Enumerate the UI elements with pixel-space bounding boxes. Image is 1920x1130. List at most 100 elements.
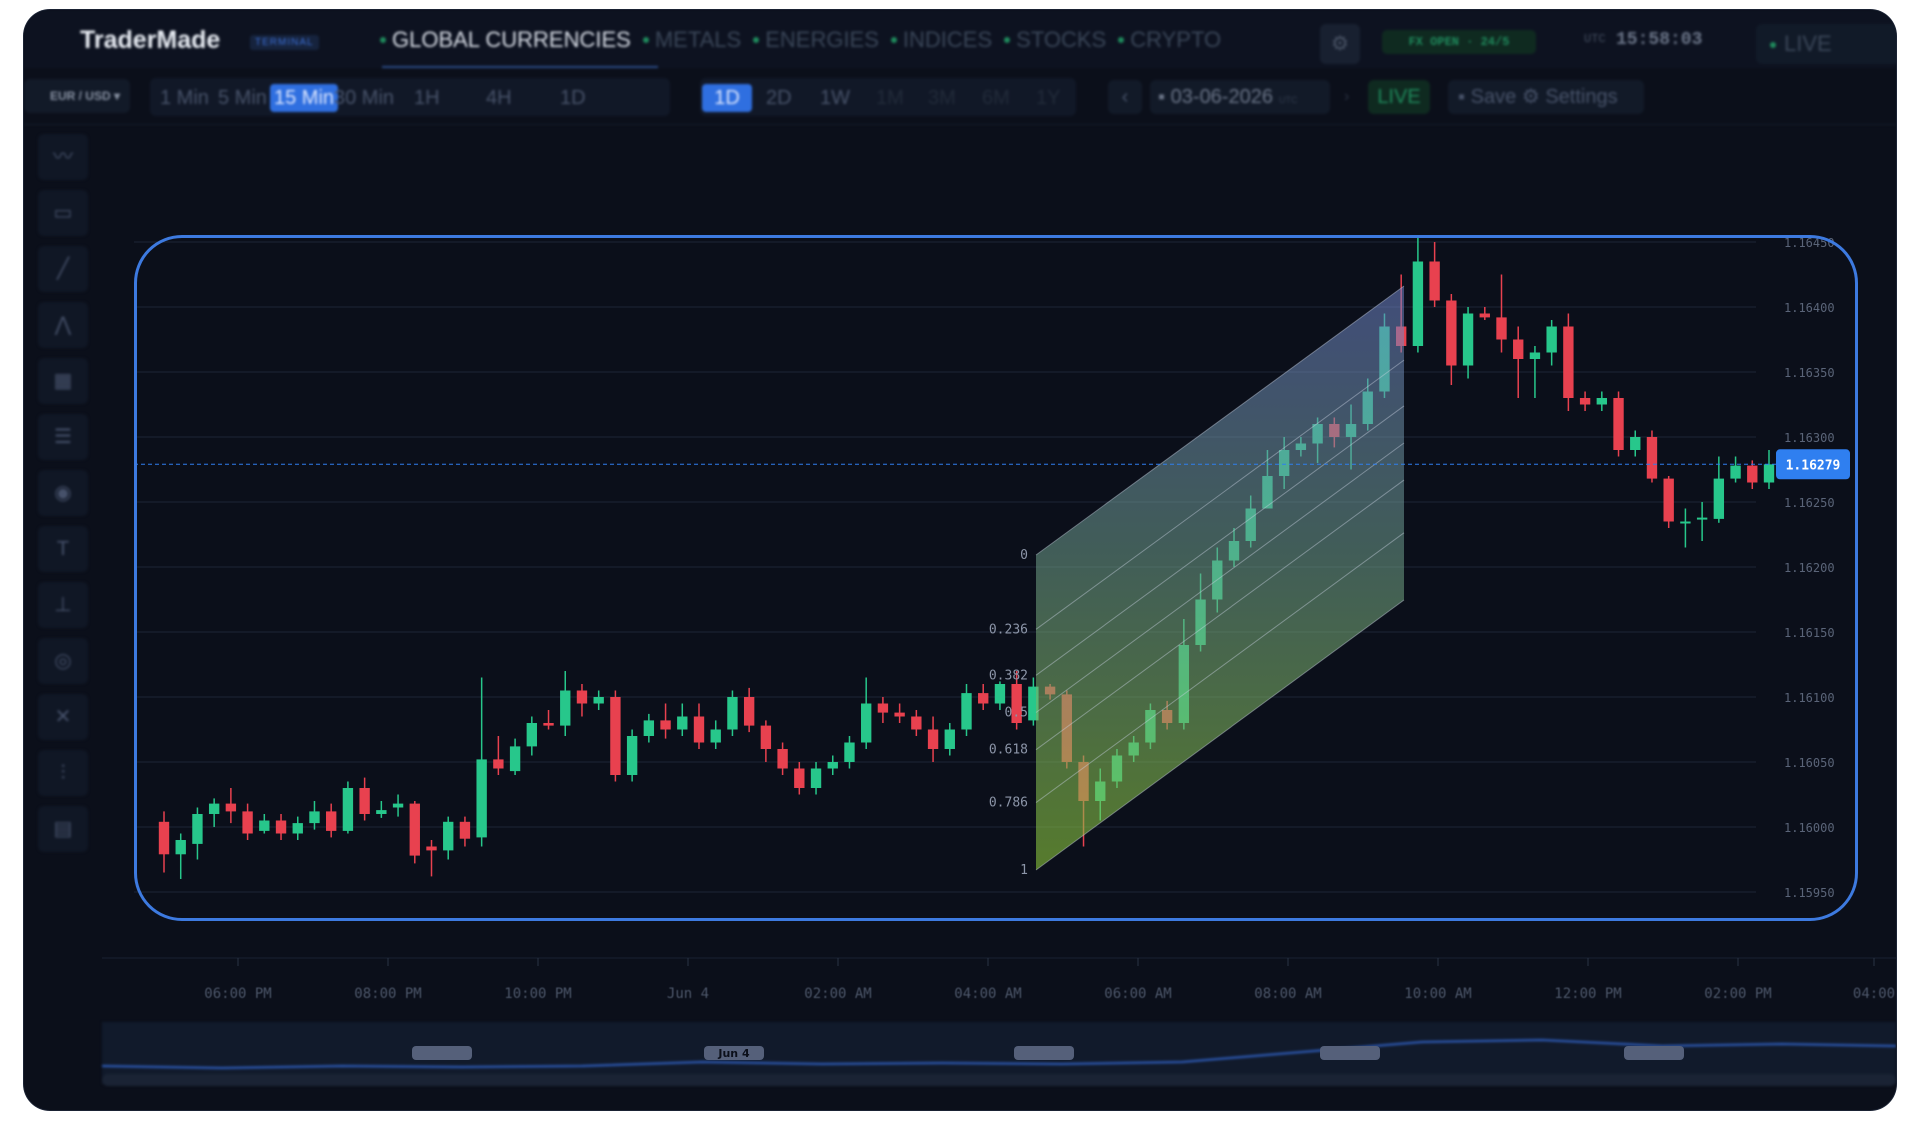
candle-body bbox=[844, 742, 855, 762]
candle-body bbox=[827, 762, 838, 769]
candle-body bbox=[727, 697, 738, 730]
candle-body bbox=[1630, 437, 1641, 450]
candle-body bbox=[459, 821, 471, 839]
candle-body bbox=[275, 820, 287, 834]
navigator-marker bbox=[412, 1046, 472, 1060]
fib-level-label: 0 bbox=[1020, 548, 1028, 563]
candle-body bbox=[626, 736, 638, 775]
price-axis-label: 1.16350 bbox=[1784, 366, 1835, 380]
candle-body bbox=[1563, 326, 1574, 398]
candle-body bbox=[710, 729, 721, 743]
candle-body bbox=[443, 821, 454, 851]
time-axis-label: Jun 4 bbox=[667, 986, 709, 1002]
candle-body bbox=[376, 810, 387, 814]
candle-body bbox=[861, 703, 872, 743]
candle-body bbox=[944, 729, 955, 749]
candle-body bbox=[677, 716, 688, 730]
candle-body bbox=[777, 749, 788, 769]
candle-body bbox=[1730, 465, 1741, 479]
candle-body bbox=[1462, 313, 1474, 366]
price-axis-label: 1.16000 bbox=[1784, 821, 1835, 835]
time-axis-label: 12:00 PM bbox=[1554, 986, 1621, 1002]
price-axis-label: 1.15950 bbox=[1784, 886, 1835, 900]
candle-body bbox=[877, 703, 889, 713]
time-axis-label: 04:00 AM bbox=[954, 986, 1021, 1002]
candle-body bbox=[342, 788, 354, 831]
candle-body bbox=[1646, 437, 1658, 479]
current-price-value: 1.16279 bbox=[1786, 458, 1841, 473]
price-chart[interactable]: 1.16450 1.16400 1.16350 1.16300 1.16250 1.162… bbox=[24, 10, 1896, 1110]
price-axis-label: 1.16400 bbox=[1784, 301, 1835, 315]
candle-body bbox=[1429, 261, 1440, 301]
candle-body bbox=[576, 690, 588, 704]
candle-body bbox=[1446, 300, 1457, 366]
candle-body bbox=[810, 768, 822, 788]
candle-body bbox=[509, 746, 521, 772]
time-axis-label: 08:00 PM bbox=[354, 986, 421, 1002]
candle-body bbox=[1763, 464, 1775, 483]
candle-body bbox=[994, 684, 1006, 704]
price-axis-label: 1.16300 bbox=[1784, 431, 1835, 445]
time-axis-label: 06:00 AM bbox=[1104, 986, 1171, 1002]
candle-body bbox=[1696, 517, 1708, 520]
candle-body bbox=[426, 846, 437, 851]
price-axis-label: 1.16100 bbox=[1784, 691, 1835, 705]
fib-level-label: 0.618 bbox=[989, 743, 1028, 758]
candle-body bbox=[1496, 317, 1507, 340]
app-window: TraderMade TERMINAL GLOBAL CURRENCIES ME… bbox=[24, 10, 1896, 1110]
time-axis-label: 10:00 PM bbox=[504, 986, 571, 1002]
price-axis-label: 1.16150 bbox=[1784, 626, 1835, 640]
time-axis-label: 10:00 AM bbox=[1404, 986, 1471, 1002]
candle-body bbox=[978, 693, 989, 704]
candle-body bbox=[309, 811, 320, 824]
time-axis-label: 02:00 AM bbox=[804, 986, 871, 1002]
candle-body bbox=[1713, 478, 1725, 519]
candle-body bbox=[158, 821, 170, 855]
candle-body bbox=[927, 729, 939, 749]
candle-body bbox=[409, 803, 420, 856]
candle-body bbox=[643, 720, 655, 736]
navigator-marker bbox=[1014, 1046, 1074, 1060]
candle-body bbox=[225, 803, 237, 812]
candle-body bbox=[743, 697, 755, 726]
candle-body bbox=[1529, 352, 1541, 359]
candle-body bbox=[593, 697, 604, 704]
price-axis-label: 1.16050 bbox=[1784, 756, 1835, 770]
candle-body bbox=[1663, 478, 1674, 522]
candle-body bbox=[961, 693, 972, 730]
candle-body bbox=[1412, 261, 1424, 346]
candle-body bbox=[911, 716, 922, 730]
candle-body bbox=[1479, 313, 1490, 318]
fib-level-label: 0.786 bbox=[989, 796, 1028, 811]
candle-body bbox=[610, 697, 621, 775]
candle-body bbox=[894, 712, 905, 717]
candle-body bbox=[543, 723, 554, 726]
fib-level-label: 0.382 bbox=[989, 668, 1028, 683]
navigator-marker bbox=[1624, 1046, 1684, 1060]
time-axis-label: 02:00 PM bbox=[1704, 986, 1771, 1002]
candle-body bbox=[259, 820, 270, 831]
candle-body bbox=[660, 720, 671, 730]
time-axis-label: 04:00 bbox=[1853, 986, 1895, 1002]
candle-body bbox=[326, 811, 337, 831]
candle-body bbox=[526, 723, 537, 747]
navigator-label: Jun 4 bbox=[717, 1047, 750, 1060]
fib-level-label: 0.236 bbox=[989, 622, 1028, 637]
candle-body bbox=[192, 814, 203, 844]
candle-body bbox=[1546, 326, 1557, 353]
candle-body bbox=[1513, 339, 1524, 359]
candle-body bbox=[794, 768, 805, 788]
candle-body bbox=[359, 788, 370, 814]
candle-body bbox=[175, 840, 186, 855]
candle-body bbox=[1579, 398, 1591, 405]
candle-body bbox=[292, 823, 303, 834]
time-axis-label: 06:00 PM bbox=[204, 986, 271, 1002]
fib-level-label: 0.5 bbox=[1005, 706, 1028, 721]
candle-body bbox=[208, 803, 220, 814]
price-axis-label: 1.16450 bbox=[1784, 236, 1835, 250]
price-axis-label: 1.16250 bbox=[1784, 496, 1835, 510]
candle-body bbox=[760, 725, 772, 749]
candle-body bbox=[1596, 398, 1607, 405]
candle-body bbox=[693, 716, 705, 743]
time-axis-label: 08:00 AM bbox=[1254, 986, 1321, 1002]
